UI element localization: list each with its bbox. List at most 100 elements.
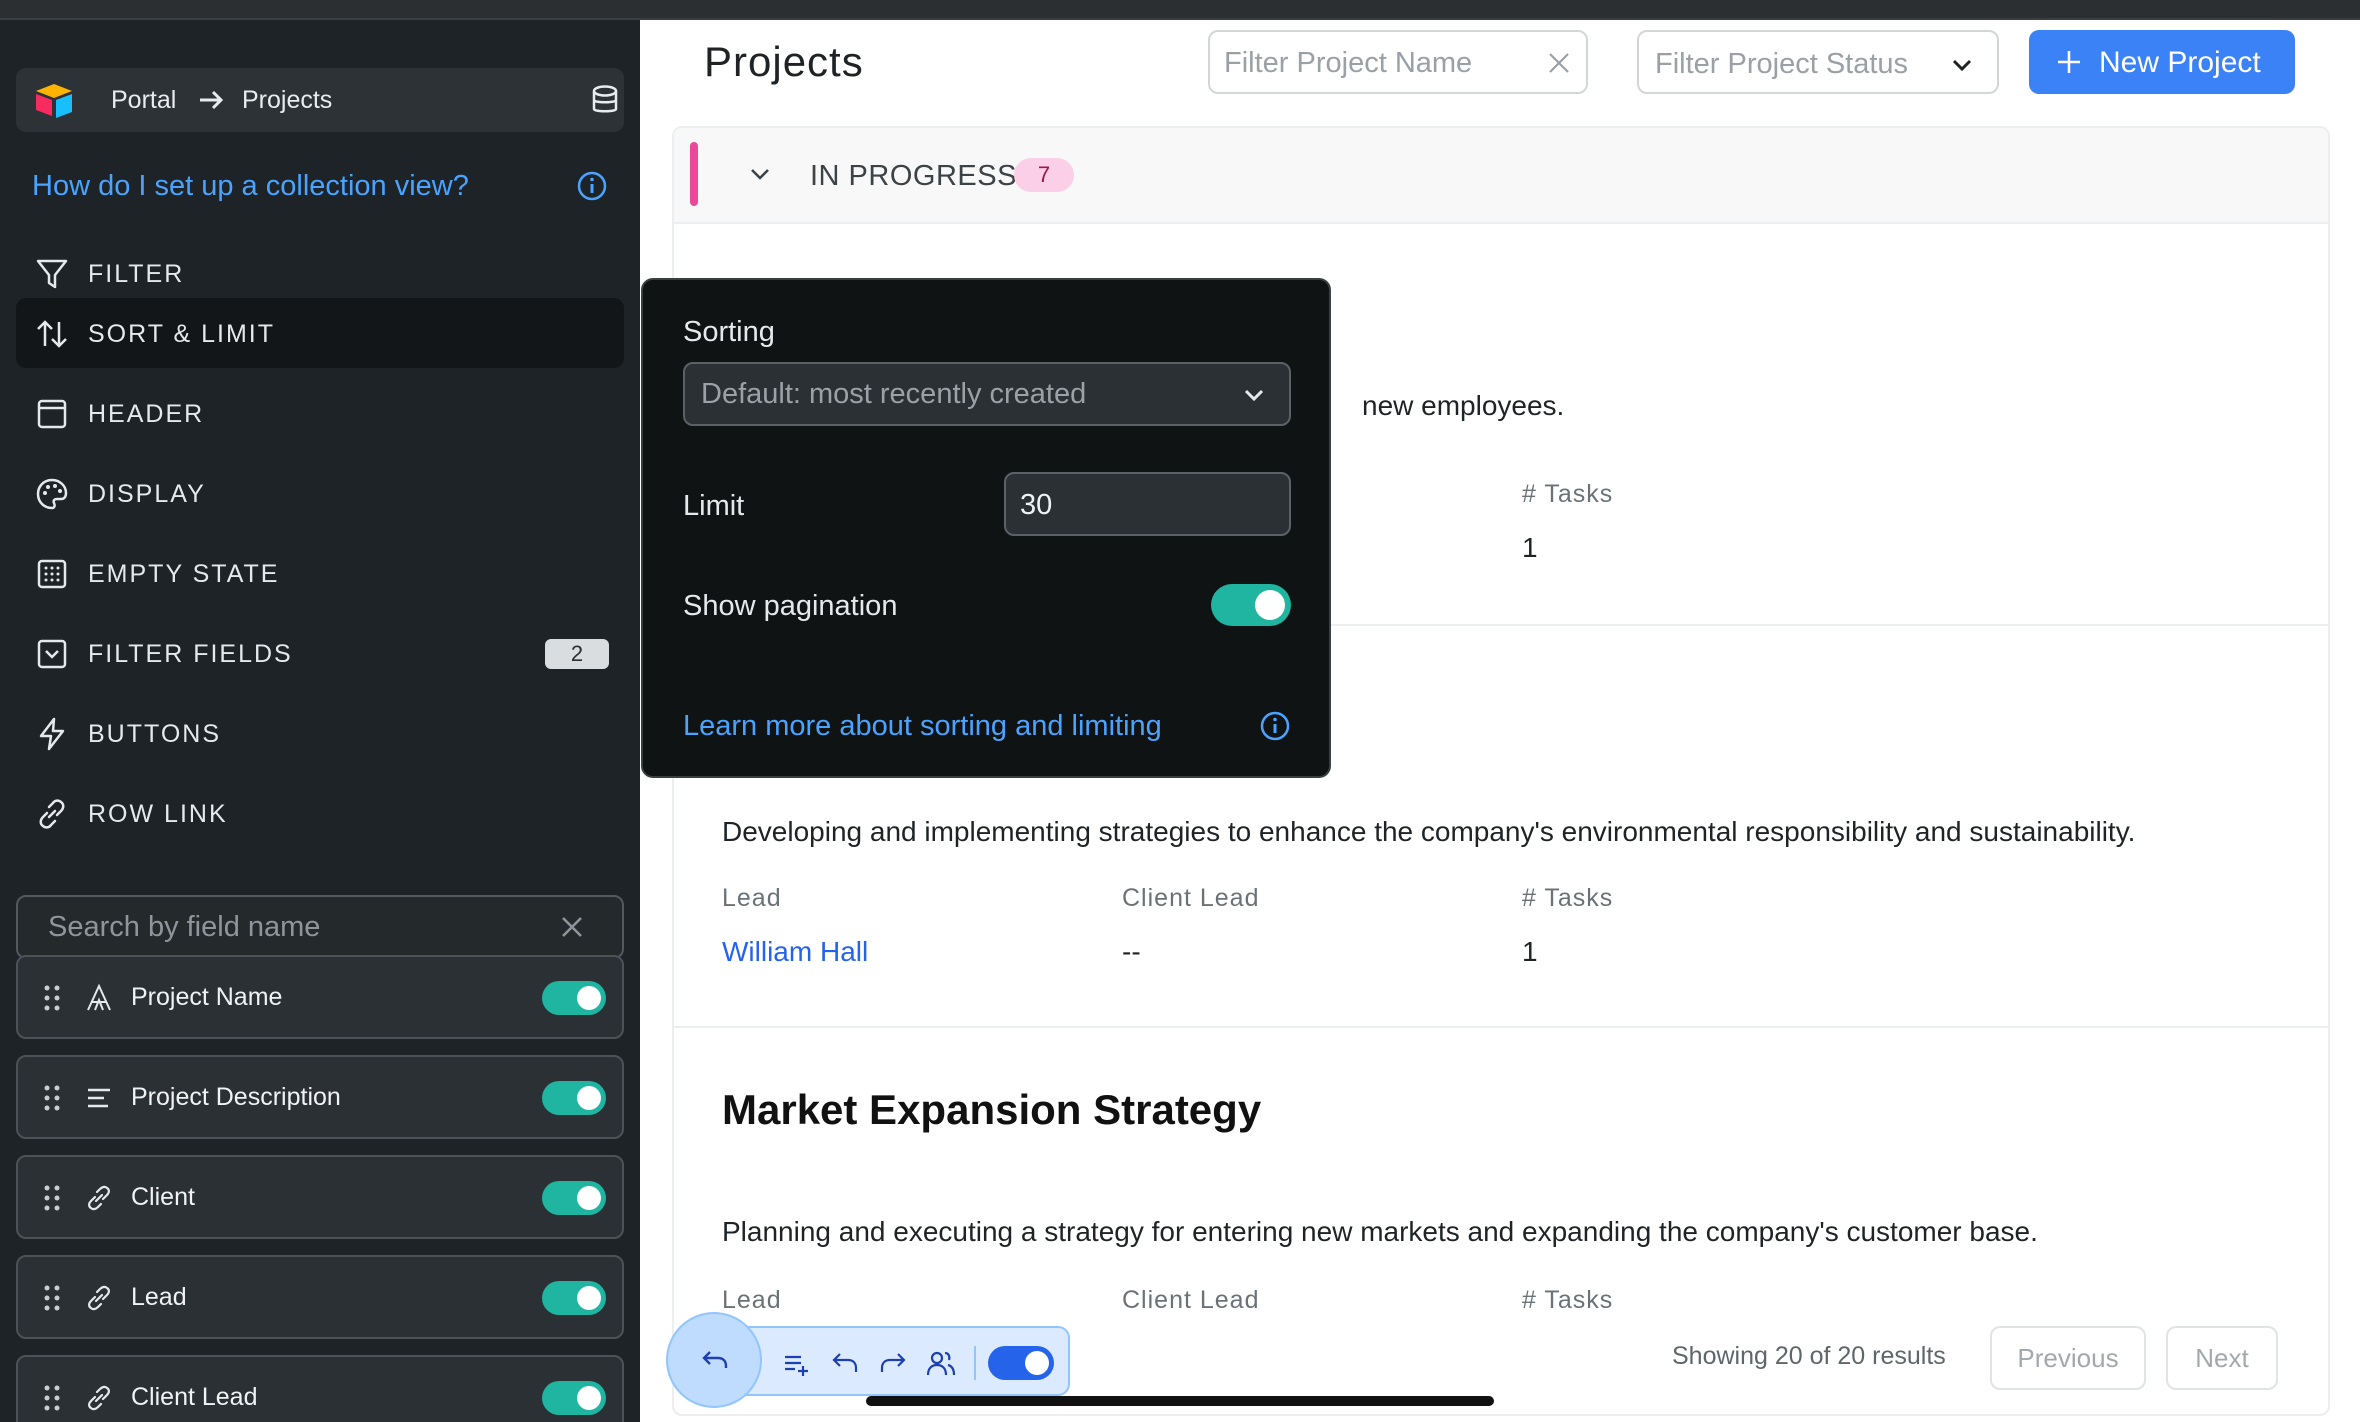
limit-input[interactable] <box>1020 488 1270 522</box>
field-toggle[interactable] <box>542 1381 606 1415</box>
card-description: Developing and implementing strategies t… <box>722 816 2136 847</box>
field-row[interactable]: Project Name <box>16 955 624 1039</box>
sorting-label: Sorting <box>683 316 775 348</box>
field-toggle[interactable] <box>542 981 606 1015</box>
nav-label: SORT & LIMIT <box>88 320 276 348</box>
breadcrumb: Portal Projects <box>16 68 624 132</box>
nav-buttons[interactable]: BUTTONS <box>16 698 624 768</box>
chevron-down-icon <box>1244 389 1264 402</box>
field-row[interactable]: Lead <box>16 1255 624 1339</box>
filter-project-status-select[interactable]: Filter Project Status <box>1637 30 1999 94</box>
drag-handle-icon[interactable] <box>42 1083 62 1113</box>
next-button[interactable]: Next <box>2166 1326 2278 1390</box>
chevron-down-icon[interactable] <box>746 160 774 188</box>
nav-display[interactable]: DISPLAY <box>16 458 624 528</box>
sorting-value: Default: most recently created <box>701 378 1087 410</box>
palette-icon <box>36 478 68 510</box>
nav-label: BUTTONS <box>88 720 221 748</box>
drag-handle-icon[interactable] <box>42 1283 62 1313</box>
nav-filter-fields[interactable]: FILTER FIELDS 2 <box>16 618 624 688</box>
window-top-bar <box>0 0 2360 20</box>
database-icon[interactable] <box>590 84 620 116</box>
field-toggle[interactable] <box>542 1181 606 1215</box>
nav-empty-state[interactable]: EMPTY STATE <box>16 538 624 608</box>
breadcrumb-portal[interactable]: Portal <box>111 86 176 115</box>
field-search <box>16 895 624 959</box>
card-title: Market Expansion Strategy <box>722 1086 1262 1133</box>
filter-project-name-input[interactable] <box>1224 46 1524 80</box>
info-icon[interactable] <box>1259 710 1291 742</box>
dotted-grid-icon <box>37 559 67 589</box>
tasks-value: 1 <box>1522 532 1538 563</box>
nav-row-link[interactable]: ROW LINK <box>16 778 624 848</box>
text-icon <box>87 983 111 1011</box>
breadcrumb-projects: Projects <box>242 86 333 114</box>
new-project-button[interactable]: New Project <box>2029 30 2295 94</box>
chevron-down-icon <box>1952 59 1972 72</box>
previous-button[interactable]: Previous <box>1990 1326 2146 1390</box>
nav-label: ROW LINK <box>88 800 228 828</box>
client-lead-label: Client Lead <box>1122 884 1260 912</box>
pagination-label: Show pagination <box>683 590 898 622</box>
clear-icon[interactable] <box>1546 50 1572 76</box>
learn-more-link[interactable]: Learn more about sorting and limiting <box>683 710 1162 743</box>
funnel-icon <box>36 259 68 289</box>
new-project-label: New Project <box>2099 46 2261 79</box>
redo-icon[interactable] <box>878 1348 908 1378</box>
nav-label: FILTER FIELDS <box>88 640 293 668</box>
field-label: Client Lead <box>131 1383 258 1411</box>
help-link[interactable]: How do I set up a collection view? <box>32 170 469 203</box>
preview-toggle[interactable] <box>988 1346 1054 1380</box>
card-description: new employees. <box>1362 390 1565 421</box>
tasks-label: # Tasks <box>1522 1286 1614 1314</box>
back-arrow-icon <box>702 1351 728 1368</box>
field-label: Client <box>131 1183 195 1211</box>
limit-label: Limit <box>683 490 745 522</box>
group-color-bar <box>690 142 698 206</box>
link-icon <box>39 799 65 829</box>
nav-label: EMPTY STATE <box>88 560 280 588</box>
field-toggle[interactable] <box>542 1081 606 1115</box>
pagination-toggle[interactable] <box>1211 584 1291 626</box>
results-count: Showing 20 of 20 results <box>1672 1342 1946 1370</box>
drag-handle-icon[interactable] <box>42 1383 62 1413</box>
group-header[interactable]: IN PROGRESS 7 <box>674 128 2328 224</box>
clear-icon[interactable] <box>558 913 586 941</box>
info-icon[interactable] <box>576 170 608 202</box>
field-row[interactable]: Client Lead <box>16 1355 624 1422</box>
sort-limit-popover: Sorting Default: most recently created L… <box>641 278 1331 778</box>
sort-arrows-icon <box>37 320 67 348</box>
lead-label: Lead <box>722 884 782 912</box>
drag-handle-icon[interactable] <box>42 1183 62 1213</box>
link-icon <box>88 1285 110 1311</box>
field-search-input[interactable] <box>48 909 548 945</box>
page-title: Projects <box>704 38 864 85</box>
undo-icon[interactable] <box>830 1348 860 1378</box>
sorting-select[interactable]: Default: most recently created <box>683 362 1291 426</box>
drag-handle-icon[interactable] <box>42 983 62 1013</box>
lightning-icon <box>39 717 65 751</box>
filter-status-placeholder: Filter Project Status <box>1655 48 1909 80</box>
nav-label: HEADER <box>88 400 205 428</box>
client-lead-value: -- <box>1122 936 1141 967</box>
limit-field <box>1004 472 1291 536</box>
lead-link[interactable]: William Hall <box>722 936 868 968</box>
back-button[interactable] <box>666 1312 762 1408</box>
header-layout-icon <box>37 399 67 429</box>
field-row[interactable]: Project Description <box>16 1055 624 1139</box>
group-name: IN PROGRESS <box>810 160 1017 192</box>
link-icon <box>88 1385 110 1411</box>
link-icon <box>88 1185 110 1211</box>
tasks-label: # Tasks <box>1522 884 1614 912</box>
nav-header[interactable]: HEADER <box>16 378 624 448</box>
card-description: Planning and executing a strategy for en… <box>722 1216 2038 1247</box>
tasks-value: 1 <box>1522 936 1538 967</box>
field-row[interactable]: Client <box>16 1155 624 1239</box>
app-logo-icon <box>36 84 72 118</box>
field-toggle[interactable] <box>542 1281 606 1315</box>
add-row-icon[interactable] <box>782 1348 812 1378</box>
nav-sort-limit[interactable]: SORT & LIMIT <box>16 298 624 368</box>
nav-label: DISPLAY <box>88 480 206 508</box>
users-icon[interactable] <box>926 1348 956 1378</box>
editor-toolbar <box>708 1326 1070 1396</box>
